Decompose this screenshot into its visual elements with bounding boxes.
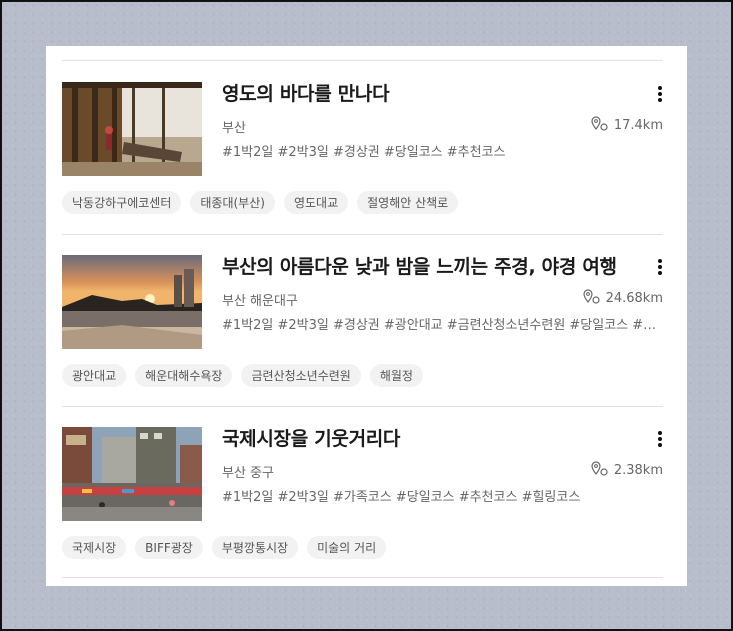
course-distance: 17.4km	[590, 116, 663, 134]
distance-value: 24.68km	[605, 290, 663, 306]
place-chip[interactable]: 태종대(부산)	[190, 191, 275, 214]
location-pin-icon	[591, 116, 608, 131]
course-location: 부산	[222, 121, 246, 136]
course-card[interactable]: 국제시장을 기웃거리다 부산 중구 2.38km #1박2일 #2박3일 #가족…	[62, 407, 663, 579]
course-title[interactable]: 영도의 바다를 만나다	[222, 79, 635, 106]
place-chip[interactable]: 미술의 거리	[307, 536, 387, 559]
distance-value: 2.38km	[613, 462, 663, 478]
course-title[interactable]: 국제시장을 기웃거리다	[222, 424, 635, 451]
location-pin-icon	[591, 461, 608, 476]
course-distance: 2.38km	[590, 461, 663, 479]
place-chip[interactable]: 광안대교	[62, 364, 127, 387]
place-chip[interactable]: 영도대교	[283, 191, 349, 214]
course-title[interactable]: 부산의 아름다운 낮과 밤을 느끼는 주경, 야경 여행	[222, 252, 635, 279]
course-thumbnail[interactable]	[62, 427, 202, 521]
course-location: 부산 해운대구	[222, 294, 298, 309]
place-chips: 낙동강하구에코센터 태종대(부산) 영도대교 절영해안 산책로	[62, 191, 459, 214]
place-chip[interactable]: 절영해안 산책로	[357, 191, 459, 214]
place-chip[interactable]: 해운대해수욕장	[135, 364, 233, 387]
place-chips: 광안대교 해운대해수욕장 금련산청소년수련원 해월정	[62, 364, 423, 387]
place-chip[interactable]: 해월정	[369, 364, 423, 387]
place-chip[interactable]: 부평깡통시장	[211, 536, 299, 559]
divider	[62, 577, 663, 578]
course-card[interactable]: 영도의 바다를 만나다 부산 17.4km #1박2일 #2박3일 #경상권 #…	[62, 62, 663, 234]
course-hashtags: #1박2일 #2박3일 #가족코스 #당일코스 #추천코스 #힐링코스	[222, 490, 581, 505]
divider	[62, 60, 663, 61]
course-hashtags: #1박2일 #2박3일 #경상권 #광안대교 #금련산청소년수련원 #당일코스 …	[222, 318, 663, 333]
more-vertical-icon[interactable]	[655, 257, 665, 277]
more-vertical-icon[interactable]	[655, 84, 665, 104]
place-chips: 국제시장 BIFF광장 부평깡통시장 미술의 거리	[62, 536, 387, 559]
location-pin-icon	[582, 289, 600, 304]
course-location: 부산 중구	[222, 466, 274, 481]
more-vertical-icon[interactable]	[655, 429, 665, 449]
course-hashtags: #1박2일 #2박3일 #경상권 #당일코스 #추천코스	[222, 145, 506, 160]
course-distance: 24.68km	[582, 289, 663, 307]
course-card[interactable]: 부산의 아름다운 낮과 밤을 느끼는 주경, 야경 여행 부산 해운대구 24.…	[62, 235, 663, 407]
course-thumbnail[interactable]	[62, 255, 202, 349]
place-chip[interactable]: 국제시장	[62, 536, 127, 559]
place-chip[interactable]: 금련산청소년수련원	[241, 364, 361, 387]
course-list-panel: 영도의 바다를 만나다 부산 17.4km #1박2일 #2박3일 #경상권 #…	[46, 46, 687, 586]
distance-value: 17.4km	[613, 117, 663, 133]
place-chip[interactable]: BIFF광장	[135, 536, 203, 559]
place-chip[interactable]: 낙동강하구에코센터	[62, 191, 182, 214]
course-thumbnail[interactable]	[62, 82, 202, 176]
